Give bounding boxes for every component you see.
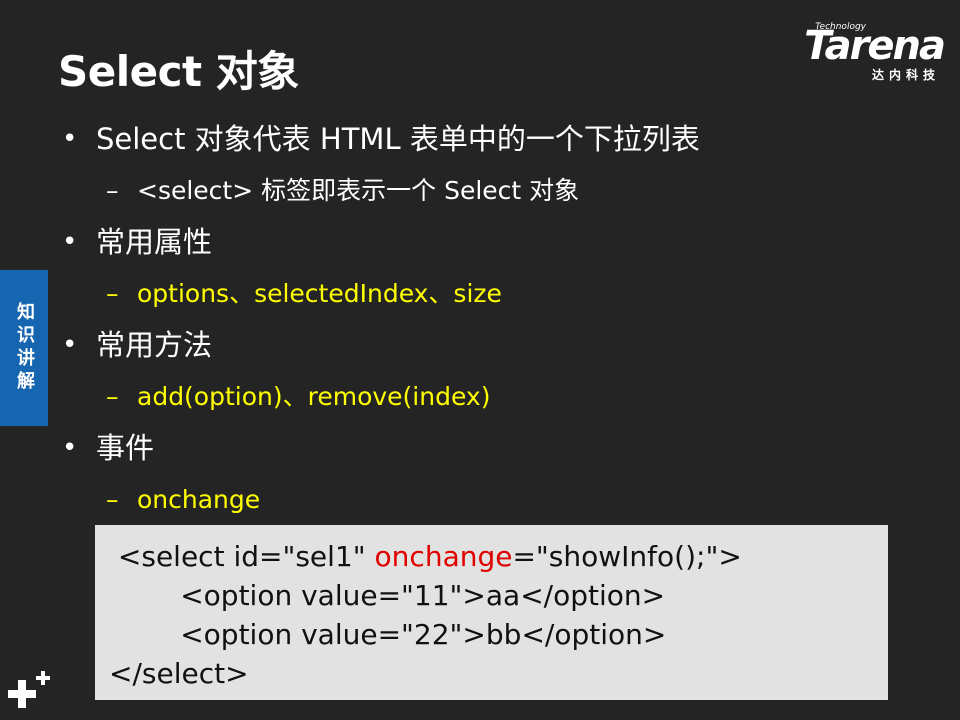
dash-icon: – [106, 485, 119, 514]
section-tab: 知识讲解 [0, 270, 48, 426]
code-segment: <select id="sel1" [109, 540, 375, 573]
bullet-list: • Select 对象代表 HTML 表单中的一个下拉列表 – <select>… [58, 115, 938, 527]
sub-bullet-text: onchange [137, 485, 261, 514]
bullet-dot-icon: • [62, 227, 78, 257]
dash-icon: – [106, 176, 119, 205]
section-tab-label: 知识讲解 [14, 302, 35, 394]
plus-icon [6, 668, 54, 716]
logo-wordmark: Tarena [804, 23, 946, 69]
bullet-item: • 常用方法 [58, 321, 938, 373]
bullet-text: 常用方法 [96, 328, 213, 362]
code-line: <select id="sel1" onchange="showInfo();"… [109, 537, 888, 576]
bullet-item: • 事件 [58, 424, 938, 476]
sub-bullet-text: options、selectedIndex、size [137, 279, 502, 308]
bullet-text: Select 对象代表 HTML 表单中的一个下拉列表 [96, 122, 700, 156]
sub-bullet-item: – options、selectedIndex、size [58, 270, 938, 321]
logo-chinese-name: 达内科技 [871, 68, 940, 82]
bullet-dot-icon: • [62, 433, 78, 463]
code-example: <select id="sel1" onchange="showInfo();"… [95, 525, 888, 700]
code-segment: ="showInfo();"> [512, 540, 742, 573]
sub-bullet-text: add(option)、remove(index) [137, 382, 491, 411]
bullet-dot-icon: • [62, 124, 78, 154]
dash-icon: – [106, 279, 119, 308]
bullet-item: • Select 对象代表 HTML 表单中的一个下拉列表 [58, 115, 938, 167]
bullet-text: 常用属性 [96, 225, 213, 259]
code-keyword: onchange [374, 540, 513, 573]
bullet-item: • 常用属性 [58, 218, 938, 270]
sub-bullet-item: – add(option)、remove(index) [58, 373, 938, 424]
dash-icon: – [106, 382, 119, 411]
code-line: <option value="11">aa</option> [109, 579, 666, 612]
bullet-text: 事件 [96, 431, 155, 465]
slide-title: Select 对象 [58, 47, 299, 96]
code-line: </select> [109, 657, 249, 690]
sub-bullet-item: – onchange [58, 476, 938, 527]
bullet-dot-icon: • [62, 330, 78, 360]
sub-bullet-item: – <select> 标签即表示一个 Select 对象 [58, 167, 938, 218]
sub-bullet-text: <select> 标签即表示一个 Select 对象 [137, 176, 580, 205]
code-line: <option value="22">bb</option> [109, 618, 667, 651]
tarena-logo: Technology Tarena 达内科技 [774, 22, 946, 84]
